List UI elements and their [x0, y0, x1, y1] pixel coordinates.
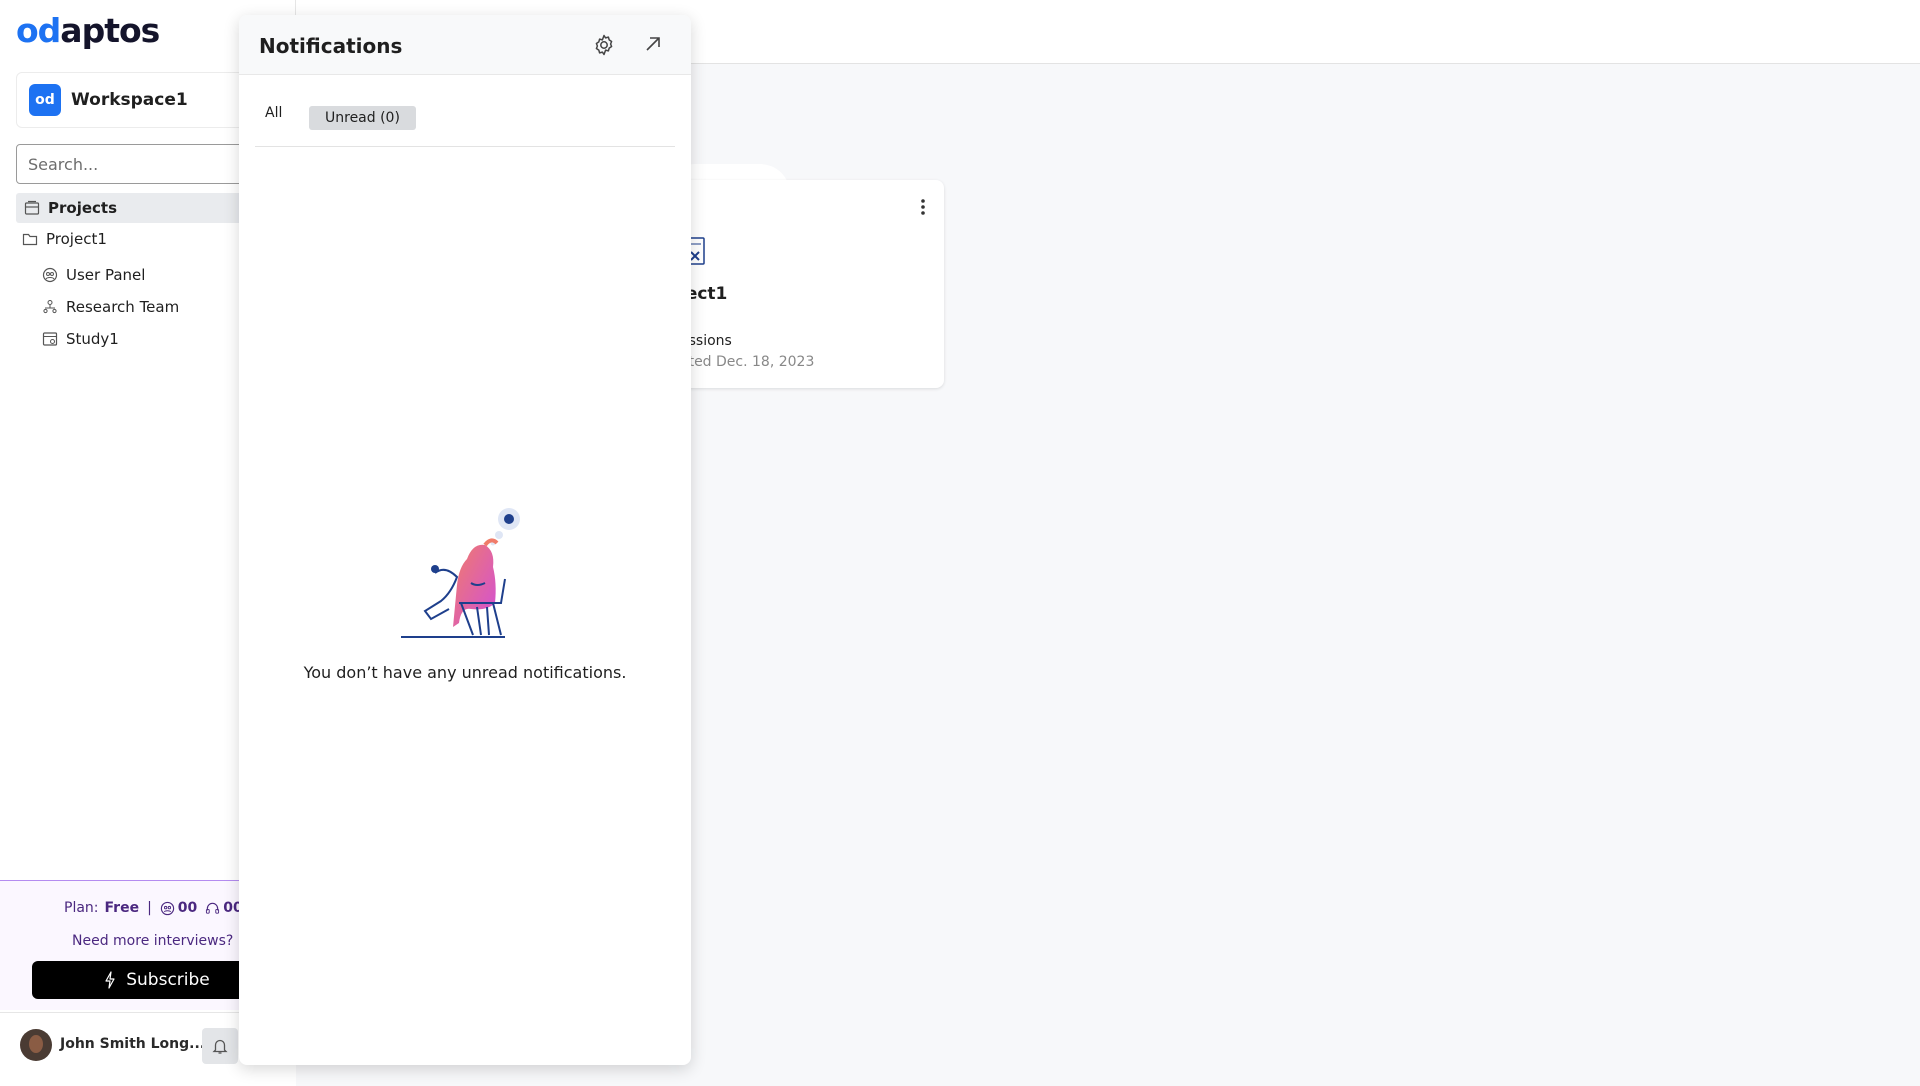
- sidebar-item-project1[interactable]: Project1: [22, 228, 107, 250]
- gear-icon: [595, 34, 613, 56]
- study-icon: [42, 332, 58, 346]
- sidebar-item-label: User Panel: [66, 266, 146, 284]
- sidebar-item-study1[interactable]: Study1: [42, 328, 119, 350]
- kebab-menu-icon: [921, 199, 925, 215]
- sidebar-item-user-panel[interactable]: User Panel: [42, 264, 145, 286]
- sidebar-item-label: Project1: [46, 230, 107, 248]
- logo-rest: aptos: [60, 10, 160, 50]
- notification-tabs: All Unread (0): [255, 75, 675, 147]
- arrow-up-right-icon: [646, 37, 660, 51]
- notifications-title: Notifications: [259, 34, 403, 58]
- notifications-button[interactable]: [202, 1028, 238, 1064]
- subscribe-label: Subscribe: [126, 970, 210, 990]
- plan-info: Plan: Free | 00 00: [64, 900, 251, 916]
- projects-icon: [24, 200, 40, 215]
- plan-label: Plan:: [64, 900, 99, 916]
- odaptos-logo[interactable]: odaptos: [16, 10, 160, 50]
- notifications-header: Notifications: [239, 15, 691, 75]
- user-name: John Smith Long...: [60, 1036, 206, 1052]
- open-notifications-button[interactable]: [642, 33, 664, 59]
- plan-separator: |: [147, 900, 152, 916]
- sidebar-item-label: Research Team: [66, 298, 180, 316]
- notifications-panel: Notifications All Unread (0) You don’t h…: [239, 15, 691, 1065]
- card-date: ated Dec. 18, 2023: [680, 354, 815, 370]
- plan-tier: Free: [104, 900, 140, 916]
- empty-state-message: You don’t have any unread notifications.: [303, 663, 627, 682]
- interviews-icon: [160, 901, 174, 915]
- sidebar-item-research-team[interactable]: Research Team: [42, 296, 179, 318]
- lightning-icon: [105, 971, 115, 989]
- empty-state-illustration: [401, 507, 527, 643]
- tab-unread[interactable]: Unread (0): [309, 106, 416, 130]
- workspace-name: Workspace1: [71, 90, 188, 110]
- logo-od: od: [16, 10, 61, 50]
- folder-icon: [22, 233, 38, 246]
- headset-icon: [206, 902, 220, 914]
- team-icon: [43, 300, 57, 314]
- sidebar-item-label: Study1: [66, 330, 119, 348]
- user-panel-icon: [42, 267, 58, 283]
- bell-icon: [212, 1039, 228, 1054]
- sidebar-item-label: Projects: [48, 199, 118, 217]
- card-menu-button[interactable]: [920, 198, 926, 220]
- workspace-icon: od: [29, 84, 61, 116]
- interviews-count: 00: [160, 900, 197, 916]
- notification-settings-button[interactable]: [592, 33, 616, 61]
- need-more-interviews-link[interactable]: Need more interviews?: [72, 933, 233, 949]
- tab-all[interactable]: All: [265, 105, 282, 121]
- avatar: [20, 1029, 52, 1061]
- sessions-count: 00: [205, 900, 243, 916]
